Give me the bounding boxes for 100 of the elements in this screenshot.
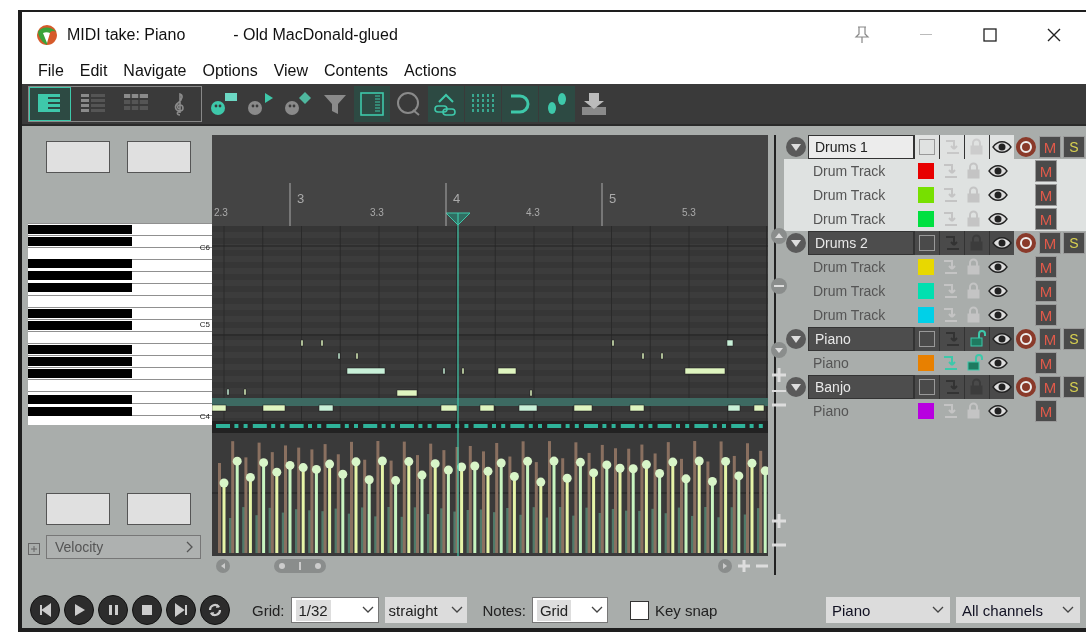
toolbar-button[interactable]: [502, 86, 538, 122]
chevron-right-icon: [186, 541, 194, 553]
folder-name[interactable]: Banjo: [808, 375, 914, 399]
note-length-dropdown[interactable]: Grid: [531, 597, 608, 623]
skip-forward-icon: [174, 603, 188, 617]
eye-icon[interactable]: [988, 284, 1008, 298]
checkbox-label: Key snap: [654, 601, 718, 619]
menu-item[interactable]: Navigate: [115, 62, 195, 80]
track-name[interactable]: Drum Track: [808, 159, 914, 183]
chevron-down-icon: [932, 606, 944, 614]
eye-icon[interactable]: [988, 212, 1008, 226]
track-name[interactable]: Drum Track: [808, 255, 914, 279]
eye-icon[interactable]: [992, 380, 1012, 394]
track-dropdown[interactable]: Piano: [826, 597, 950, 623]
transport-button[interactable]: [30, 595, 60, 625]
record-arm-icon[interactable]: [1016, 329, 1036, 349]
track-name[interactable]: Piano: [808, 351, 914, 375]
transport-button[interactable]: [132, 595, 162, 625]
palette-diamond-icon: [284, 91, 312, 117]
scrollbar-thumb[interactable]: [274, 559, 326, 573]
folder-name[interactable]: Piano: [808, 327, 914, 351]
eye-icon[interactable]: [988, 260, 1008, 274]
key-label: C4: [199, 412, 210, 421]
pin-icon: [854, 26, 870, 44]
side-panel-icon: [358, 91, 386, 117]
channel-dropdown[interactable]: All channels: [956, 597, 1080, 623]
transport-button[interactable]: [64, 595, 94, 625]
track-name[interactable]: Drum Track: [808, 183, 914, 207]
toolbar-button[interactable]: [539, 86, 575, 122]
window-title: MIDI take: Piano: [67, 26, 186, 44]
solo-button[interactable]: S: [1063, 376, 1085, 398]
ruler-tick: [601, 182, 603, 227]
transport-button[interactable]: [166, 595, 196, 625]
download-tray-icon: [580, 91, 608, 117]
grid-label: Grid:: [252, 601, 285, 619]
transport-button[interactable]: [200, 595, 230, 625]
menu-item[interactable]: View: [265, 62, 317, 80]
eye-icon[interactable]: [992, 140, 1012, 154]
unlocked-padlock-icon[interactable]: [968, 330, 986, 348]
chevron-down-icon: [590, 606, 603, 614]
toolbar-button[interactable]: [428, 86, 464, 122]
record-arm-icon[interactable]: [1016, 137, 1036, 157]
solo-button[interactable]: S: [1063, 328, 1085, 350]
eye-icon[interactable]: [988, 188, 1008, 202]
track-name[interactable]: Drum Track: [808, 279, 914, 303]
folder-name[interactable]: Drums 2: [808, 231, 914, 255]
checkbox[interactable]: [919, 379, 935, 395]
unlocked-padlock-icon[interactable]: [965, 354, 983, 372]
blank-box: [127, 141, 191, 173]
swing-dropdown[interactable]: straight: [384, 597, 467, 623]
collapse-toggle-icon[interactable]: [786, 377, 806, 397]
checkbox[interactable]: [629, 600, 649, 620]
collapse-toggle-icon[interactable]: [786, 137, 806, 157]
checkbox[interactable]: [919, 235, 935, 251]
expand-icon[interactable]: [28, 543, 40, 555]
toolbar-button[interactable]: [29, 87, 71, 121]
zoom-in-icon[interactable]: [771, 367, 787, 383]
menu-item[interactable]: Actions: [396, 62, 465, 80]
menu-item[interactable]: Contents: [316, 62, 397, 80]
chevron-down-icon: [361, 606, 374, 614]
ruler-label: 2.3: [214, 207, 228, 218]
checkbox[interactable]: [919, 139, 935, 155]
maximize-icon: [983, 28, 997, 42]
zoom-in-icon[interactable]: [771, 513, 787, 529]
toolbar-button[interactable]: [465, 86, 501, 122]
solo-button[interactable]: S: [1063, 232, 1085, 254]
pause-icon: [106, 603, 120, 617]
track-name[interactable]: Drum Track: [808, 207, 914, 231]
ruler-label: 4.3: [526, 207, 540, 218]
menu-item[interactable]: Edit: [71, 62, 116, 80]
eye-icon[interactable]: [988, 164, 1008, 178]
toolbar-button[interactable]: [354, 86, 390, 122]
ruler-label: 3: [297, 191, 305, 206]
transport-button[interactable]: [98, 595, 128, 625]
play-icon: [72, 603, 86, 617]
collapse-toggle-icon[interactable]: [786, 329, 806, 349]
eye-icon[interactable]: [992, 236, 1012, 250]
scroll-up-icon[interactable]: [771, 228, 787, 244]
scroll-down-icon[interactable]: [771, 342, 787, 358]
eye-icon[interactable]: [988, 356, 1008, 370]
grid-size-dropdown[interactable]: 1/32: [290, 597, 379, 623]
eye-icon[interactable]: [988, 308, 1008, 322]
notes-label: Notes:: [482, 601, 526, 619]
menu-item[interactable]: File: [30, 62, 72, 80]
chevron-down-icon: [1062, 606, 1074, 614]
lane-dropdown[interactable]: Velocity: [46, 535, 201, 559]
ruler-tick: [445, 182, 447, 227]
record-arm-icon[interactable]: [1016, 377, 1036, 397]
app-logo-icon: [36, 24, 58, 46]
record-arm-icon[interactable]: [1016, 233, 1036, 253]
eye-icon[interactable]: [992, 332, 1012, 346]
collapse-toggle-icon[interactable]: [786, 233, 806, 253]
track-name[interactable]: Piano: [808, 399, 914, 423]
solo-button[interactable]: S: [1063, 136, 1085, 158]
stop-icon: [140, 603, 154, 617]
track-name[interactable]: Drum Track: [808, 303, 914, 327]
menu-item[interactable]: Options: [194, 62, 266, 80]
checkbox[interactable]: [919, 331, 935, 347]
eye-icon[interactable]: [988, 404, 1008, 418]
folder-name[interactable]: Drums 1: [808, 135, 914, 159]
